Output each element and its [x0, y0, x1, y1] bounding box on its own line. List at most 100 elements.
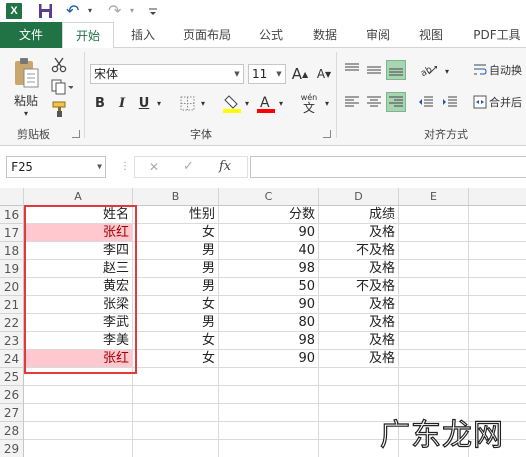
- borders-icon[interactable]: [178, 94, 196, 112]
- wrap-text-icon[interactable]: [472, 62, 488, 78]
- cell-c[interactable]: 80: [219, 314, 319, 332]
- font-size-combo[interactable]: 11 ▼: [248, 64, 286, 84]
- cancel-icon[interactable]: ✕: [149, 160, 159, 174]
- cell-c[interactable]: 50: [219, 278, 319, 296]
- tab-insert[interactable]: 插入: [128, 22, 158, 48]
- row-header[interactable]: 19: [0, 260, 24, 278]
- row-header[interactable]: 20: [0, 278, 24, 296]
- cell-f[interactable]: [469, 224, 526, 242]
- align-right-icon[interactable]: [386, 92, 406, 112]
- excel-icon[interactable]: X: [6, 3, 22, 19]
- chevron-down-icon[interactable]: ▾: [322, 94, 332, 112]
- fill-color-icon[interactable]: [222, 92, 242, 114]
- tab-review[interactable]: 审阅: [363, 22, 393, 48]
- row-header[interactable]: 26: [0, 386, 24, 404]
- font-launcher-icon[interactable]: [323, 130, 331, 138]
- cell-d[interactable]: 及格: [319, 350, 399, 368]
- cell-c[interactable]: 98: [219, 260, 319, 278]
- cell-b[interactable]: [133, 440, 219, 457]
- cell-d[interactable]: 不及格: [319, 242, 399, 260]
- cell-c[interactable]: [219, 422, 319, 440]
- cell-e[interactable]: [399, 242, 469, 260]
- cell-c[interactable]: 分数: [219, 206, 319, 224]
- cell-c[interactable]: 90: [219, 296, 319, 314]
- cell-b[interactable]: 男: [133, 260, 219, 278]
- row-header[interactable]: 21: [0, 296, 24, 314]
- increase-indent-icon[interactable]: [440, 92, 460, 112]
- cell-c[interactable]: [219, 386, 319, 404]
- column-header-e[interactable]: E: [399, 188, 469, 206]
- column-header-f[interactable]: F: [469, 188, 526, 206]
- column-header-b[interactable]: B: [133, 188, 219, 206]
- cell-e[interactable]: [399, 224, 469, 242]
- phonetic-guide-button[interactable]: wén 文: [296, 92, 322, 114]
- chevron-down-icon[interactable]: ▾: [154, 94, 164, 112]
- cell-d[interactable]: 及格: [319, 224, 399, 242]
- chevron-down-icon[interactable]: ▾: [442, 62, 452, 80]
- cell-b[interactable]: [133, 422, 219, 440]
- cell-a[interactable]: [24, 422, 133, 440]
- merge-center-button[interactable]: 合并后: [489, 94, 526, 110]
- cell-c[interactable]: 90: [219, 224, 319, 242]
- cell-f[interactable]: [469, 296, 526, 314]
- bold-button[interactable]: B: [92, 94, 108, 112]
- tab-pdf-tools[interactable]: PDF工具: [470, 22, 524, 48]
- row-header[interactable]: 27: [0, 404, 24, 422]
- cell-b[interactable]: 性别: [133, 206, 219, 224]
- tab-data[interactable]: 数据: [310, 22, 340, 48]
- cell-b[interactable]: 女: [133, 332, 219, 350]
- save-icon[interactable]: [38, 3, 53, 19]
- chevron-down-icon[interactable]: ▼: [97, 157, 102, 177]
- cell-c[interactable]: 98: [219, 332, 319, 350]
- cell-d[interactable]: 及格: [319, 296, 399, 314]
- cell-e[interactable]: [399, 314, 469, 332]
- cell-c[interactable]: [219, 440, 319, 457]
- cell-e[interactable]: [399, 278, 469, 296]
- cell-d[interactable]: [319, 368, 399, 386]
- paste-button[interactable]: 粘贴: [8, 92, 44, 108]
- redo-dropdown-icon[interactable]: ▾: [130, 3, 138, 19]
- cut-icon[interactable]: [50, 56, 68, 74]
- clipboard-launcher-icon[interactable]: [72, 130, 80, 138]
- align-center-icon[interactable]: [364, 92, 384, 112]
- cell-e[interactable]: [399, 368, 469, 386]
- cell-f[interactable]: [469, 368, 526, 386]
- format-painter-icon[interactable]: [50, 100, 70, 118]
- tab-page-layout[interactable]: 页面布局: [180, 22, 234, 48]
- cell-d[interactable]: 及格: [319, 314, 399, 332]
- row-header[interactable]: 22: [0, 314, 24, 332]
- paste-dropdown-icon[interactable]: ▾: [20, 108, 32, 118]
- cell-c[interactable]: [219, 368, 319, 386]
- tab-home[interactable]: 开始: [62, 22, 114, 49]
- chevron-down-icon[interactable]: ▾: [276, 94, 286, 112]
- merge-center-icon[interactable]: [472, 94, 488, 110]
- cell-a[interactable]: [24, 386, 133, 404]
- cell-f[interactable]: [469, 278, 526, 296]
- name-box[interactable]: F25 ▼: [6, 156, 106, 178]
- insert-function-icon[interactable]: fx: [219, 159, 231, 174]
- cell-e[interactable]: [399, 260, 469, 278]
- align-left-icon[interactable]: [342, 92, 362, 112]
- cell-b[interactable]: 女: [133, 350, 219, 368]
- column-header-a[interactable]: A: [24, 188, 133, 206]
- tab-formulas[interactable]: 公式: [256, 22, 286, 48]
- row-header[interactable]: 17: [0, 224, 24, 242]
- undo-icon[interactable]: ↶: [66, 3, 80, 19]
- tab-view[interactable]: 视图: [416, 22, 446, 48]
- cell-c[interactable]: 90: [219, 350, 319, 368]
- cell-b[interactable]: 女: [133, 296, 219, 314]
- cell-e[interactable]: [399, 350, 469, 368]
- cell-a[interactable]: [24, 440, 133, 457]
- chevron-down-icon[interactable]: ▾: [242, 94, 252, 112]
- cell-f[interactable]: [469, 260, 526, 278]
- cell-f[interactable]: [469, 206, 526, 224]
- column-header-c[interactable]: C: [219, 188, 319, 206]
- row-header[interactable]: 29: [0, 440, 24, 457]
- cell-c[interactable]: 40: [219, 242, 319, 260]
- enter-icon[interactable]: ✓: [183, 159, 194, 174]
- align-middle-icon[interactable]: [364, 60, 384, 80]
- undo-dropdown-icon[interactable]: ▾: [88, 3, 96, 19]
- cell-b[interactable]: 男: [133, 314, 219, 332]
- cell-b[interactable]: 女: [133, 224, 219, 242]
- redo-icon[interactable]: ↷: [108, 3, 122, 19]
